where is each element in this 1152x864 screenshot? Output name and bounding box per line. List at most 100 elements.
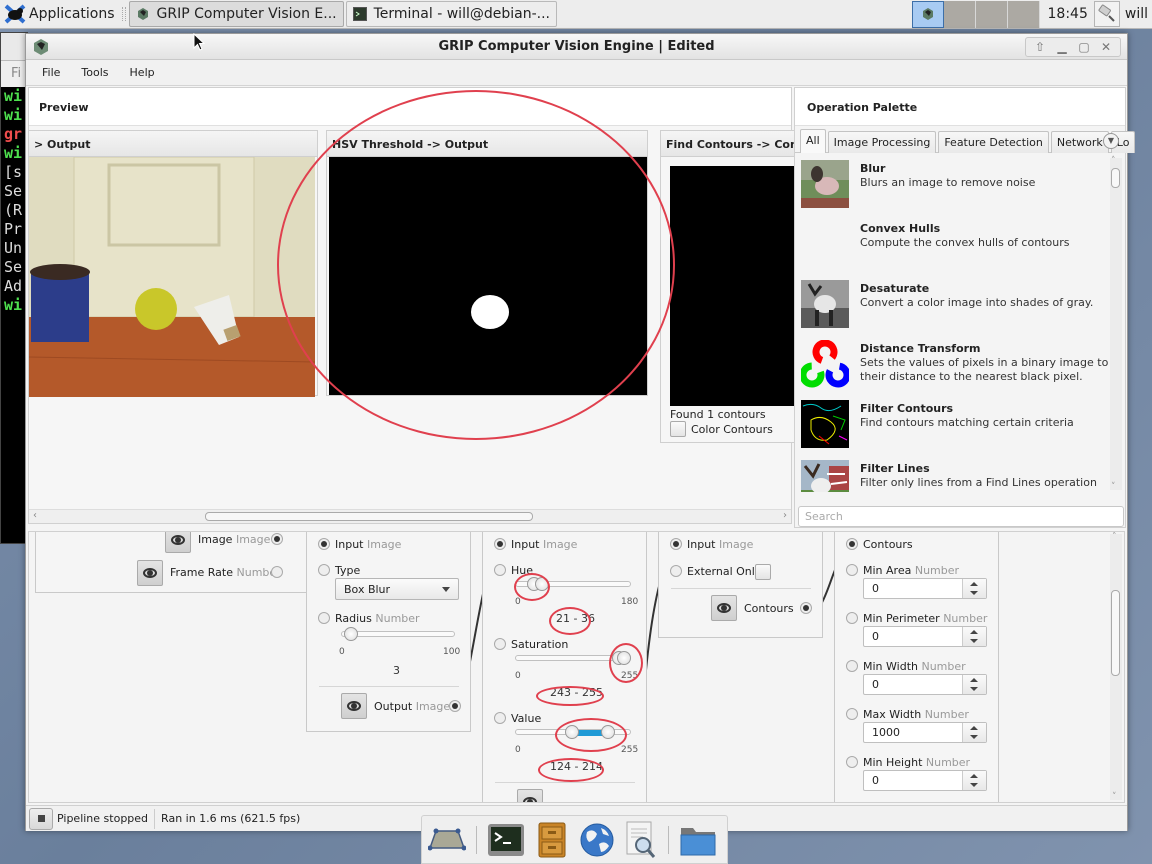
preview-horizontal-scrollbar[interactable]: ‹ › bbox=[29, 509, 791, 523]
taskbar-item-terminal[interactable]: Terminal - will@debian-... bbox=[345, 1, 557, 27]
menu-help[interactable]: Help bbox=[130, 66, 155, 79]
scroll-up-icon[interactable]: ˄ bbox=[1111, 156, 1116, 166]
terminal-window-background[interactable]: Fi wi wi gr wi [s Se (R Pr Un Se Ad wi bbox=[0, 32, 28, 544]
radius-slider-thumb[interactable] bbox=[344, 627, 358, 641]
spinner-arrows-icon[interactable] bbox=[962, 579, 986, 598]
workspace-2[interactable] bbox=[943, 0, 976, 28]
pipeline-vertical-scrollbar[interactable]: ˄ ˅ bbox=[1110, 532, 1122, 802]
param-socket[interactable] bbox=[846, 708, 858, 720]
param-socket[interactable] bbox=[846, 756, 858, 768]
preview-toggle-button[interactable] bbox=[711, 595, 737, 621]
value-high-thumb[interactable] bbox=[600, 725, 615, 739]
input-socket[interactable] bbox=[494, 538, 506, 550]
radius-slider-track[interactable] bbox=[341, 631, 455, 637]
output-socket-frame-rate[interactable] bbox=[271, 566, 283, 578]
value-low-thumb[interactable] bbox=[564, 725, 579, 739]
operation-item-filter-lines[interactable]: Filter Lines Filter only lines from a Fi… bbox=[795, 456, 1111, 492]
menu-file[interactable]: File bbox=[42, 66, 60, 79]
hue-high-thumb[interactable] bbox=[535, 577, 550, 591]
tab-all[interactable]: All bbox=[800, 129, 826, 153]
scroll-right-icon[interactable]: › bbox=[783, 510, 787, 521]
pipeline-step-blur[interactable]: Input Image Type Box Blur Radius Number … bbox=[306, 532, 471, 732]
param-socket[interactable] bbox=[846, 564, 858, 576]
clock[interactable]: 18:45 bbox=[1048, 6, 1088, 22]
input-socket[interactable] bbox=[318, 538, 330, 550]
blur-type-select[interactable]: Box Blur bbox=[335, 578, 459, 600]
min-area-spinner[interactable]: 0 bbox=[863, 578, 987, 599]
output-socket[interactable] bbox=[449, 700, 461, 712]
applications-menu[interactable]: Applications bbox=[0, 0, 119, 29]
workspace-3[interactable] bbox=[975, 0, 1008, 28]
workspace-4[interactable] bbox=[1007, 0, 1040, 28]
scroll-down-icon[interactable]: ˅ bbox=[1112, 792, 1117, 802]
preview-toggle-button[interactable] bbox=[341, 693, 367, 719]
spinner-arrows-icon[interactable] bbox=[962, 627, 986, 646]
opencv-logo-icon bbox=[801, 340, 849, 388]
max-width-spinner[interactable]: 1000 bbox=[863, 722, 987, 743]
scroll-left-icon[interactable]: ‹ bbox=[33, 510, 37, 521]
min-perimeter-spinner[interactable]: 0 bbox=[863, 626, 987, 647]
dock-app-finder[interactable] bbox=[625, 820, 659, 860]
color-contours-checkbox[interactable] bbox=[670, 421, 686, 437]
output-socket[interactable] bbox=[800, 602, 812, 614]
window-titlebar[interactable]: GRIP Computer Vision Engine | Edited ⇧ ▁… bbox=[26, 34, 1127, 60]
pipeline-step-filter-contours[interactable]: Contours Min Area Number 0 Min Perimeter… bbox=[834, 532, 999, 802]
tab-network[interactable]: Network bbox=[1050, 131, 1109, 153]
network-tray-icon[interactable] bbox=[1093, 1, 1120, 27]
palette-search-input[interactable]: Search bbox=[798, 506, 1124, 527]
maximize-button[interactable]: ▢ bbox=[1074, 39, 1094, 55]
close-button[interactable]: ✕ bbox=[1096, 39, 1116, 55]
dock-file-manager[interactable] bbox=[535, 820, 569, 860]
external-only-checkbox[interactable] bbox=[755, 564, 771, 580]
input-socket[interactable] bbox=[846, 538, 858, 550]
palette-tabs: All Image Processing Feature Detection N… bbox=[795, 129, 1136, 153]
operation-item-filter-contours[interactable]: Filter Contours Find contours matching c… bbox=[795, 396, 1111, 456]
pipeline-step-source[interactable]: Image Image Frame Rate Number bbox=[35, 532, 310, 593]
workspace-1[interactable] bbox=[911, 0, 944, 28]
tab-image-processing[interactable]: Image Processing bbox=[827, 131, 937, 153]
taskbar-item-grip[interactable]: GRIP Computer Vision E... bbox=[128, 1, 344, 27]
run-stop-button[interactable] bbox=[29, 807, 53, 830]
scroll-up-icon[interactable]: ˄ bbox=[1112, 532, 1117, 542]
type-socket[interactable] bbox=[318, 564, 330, 576]
operation-item-distance-transform[interactable]: Distance Transform Sets the values of pi… bbox=[795, 336, 1111, 396]
output-socket-image[interactable] bbox=[271, 533, 283, 545]
saturation-socket[interactable] bbox=[494, 638, 506, 650]
palette-vertical-scrollbar[interactable]: ˄ ˅ bbox=[1110, 156, 1122, 492]
hue-socket[interactable] bbox=[494, 564, 506, 576]
preview-toggle-button[interactable] bbox=[165, 532, 191, 553]
value-socket[interactable] bbox=[494, 712, 506, 724]
scroll-down-icon[interactable]: ˅ bbox=[1111, 482, 1116, 492]
input-socket[interactable] bbox=[670, 538, 682, 550]
shade-button[interactable]: ⇧ bbox=[1030, 39, 1050, 55]
tabs-overflow-chevron-icon[interactable]: ▼ bbox=[1103, 133, 1119, 149]
preview-toggle-button[interactable] bbox=[517, 789, 543, 802]
dock-web-browser[interactable] bbox=[579, 820, 615, 860]
min-width-spinner[interactable]: 0 bbox=[863, 674, 987, 695]
operation-item-desaturate[interactable]: Desaturate Convert a color image into sh… bbox=[795, 276, 1111, 336]
scrollbar-thumb[interactable] bbox=[1111, 590, 1120, 676]
pipeline-step-find-contours[interactable]: Input Image External Only Contours bbox=[658, 532, 823, 638]
spinner-arrows-icon[interactable] bbox=[962, 675, 986, 694]
scrollbar-thumb[interactable] bbox=[205, 512, 533, 521]
preview-toggle-button[interactable] bbox=[137, 560, 163, 586]
dock-home-folder[interactable] bbox=[679, 820, 717, 860]
operation-item-convex-hulls[interactable]: Convex Hulls Compute the convex hulls of… bbox=[795, 216, 1111, 276]
min-height-spinner[interactable]: 0 bbox=[863, 770, 987, 791]
param-socket[interactable] bbox=[846, 660, 858, 672]
spinner-arrows-icon[interactable] bbox=[962, 771, 986, 790]
menu-tools[interactable]: Tools bbox=[81, 66, 108, 79]
operation-item-blur[interactable]: Blur Blurs an image to remove noise bbox=[795, 156, 1111, 216]
minimize-button[interactable]: ▁ bbox=[1052, 39, 1072, 55]
dock-terminal[interactable] bbox=[487, 820, 525, 860]
external-only-socket[interactable] bbox=[670, 565, 682, 577]
dock-show-desktop[interactable] bbox=[428, 820, 466, 860]
radius-socket[interactable] bbox=[318, 612, 330, 624]
tab-feature-detection[interactable]: Feature Detection bbox=[938, 131, 1049, 153]
saturation-high-thumb[interactable] bbox=[617, 651, 631, 665]
scrollbar-thumb[interactable] bbox=[1111, 168, 1120, 188]
pipeline-step-hsv-threshold[interactable]: Input Image Hue 0 180 21 - 36 Saturation… bbox=[482, 532, 647, 802]
spinner-arrows-icon[interactable] bbox=[962, 723, 986, 742]
user-menu[interactable]: will bbox=[1125, 6, 1148, 22]
param-socket[interactable] bbox=[846, 612, 858, 624]
